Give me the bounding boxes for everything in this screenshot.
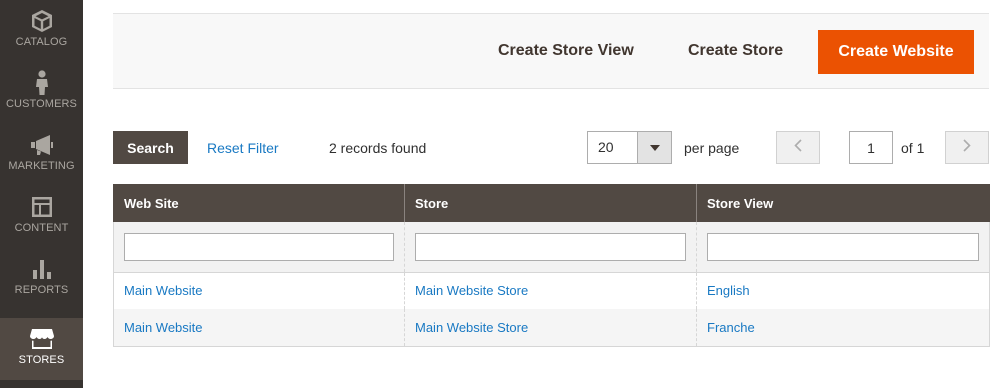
records-found-count: 2 records found xyxy=(329,140,427,156)
store-view-link[interactable]: English xyxy=(707,283,750,298)
nav-label-stores: STORES xyxy=(18,354,65,366)
store-link[interactable]: Main Website Store xyxy=(415,283,528,298)
column-header-store[interactable]: Store xyxy=(404,184,697,222)
total-pages-label: of 1 xyxy=(901,140,925,156)
nav-label-catalog: CATALOG xyxy=(15,36,68,48)
store-link[interactable]: Main Website Store xyxy=(415,320,528,335)
filter-cell-web-site xyxy=(113,222,405,273)
store-view-link[interactable]: Franche xyxy=(707,320,755,335)
next-page-button[interactable] xyxy=(945,131,989,164)
web-site-cell: Main Website xyxy=(113,272,405,309)
store-view-cell: English xyxy=(696,272,990,309)
per-page-select[interactable]: 20 xyxy=(587,131,672,164)
previous-page-button[interactable] xyxy=(776,131,820,164)
nav-item-customers[interactable]: CUSTOMERS xyxy=(0,62,83,124)
grid-header-row: Web Site Store Store View xyxy=(113,184,990,222)
nav-item-catalog[interactable]: CATALOG xyxy=(0,0,83,62)
table-row: Main Website Main Website Store Franche xyxy=(113,309,990,347)
megaphone-icon xyxy=(29,132,55,158)
chevron-left-icon xyxy=(794,138,802,157)
reset-filter-link[interactable]: Reset Filter xyxy=(207,140,279,156)
nav-item-marketing[interactable]: MARKETING xyxy=(0,124,83,186)
grid-filter-row xyxy=(113,222,990,273)
create-store-button[interactable]: Create Store xyxy=(688,42,783,60)
admin-sidebar: CATALOG CUSTOMERS MARKETING CONTENT REPO… xyxy=(0,0,83,388)
web-site-link[interactable]: Main Website xyxy=(124,320,203,335)
search-button[interactable]: Search xyxy=(113,131,188,164)
storefront-icon xyxy=(29,326,55,352)
page-actions-bar: Create Store View Create Store Create We… xyxy=(113,13,989,89)
store-filter-input[interactable] xyxy=(415,232,686,261)
store-view-cell: Franche xyxy=(696,309,990,347)
nav-item-stores[interactable]: STORES xyxy=(0,318,83,380)
chevron-right-icon xyxy=(963,138,971,157)
per-page-label: per page xyxy=(684,140,740,156)
layout-icon xyxy=(29,194,55,220)
web-site-filter-input[interactable] xyxy=(124,232,394,261)
nav-item-content[interactable]: CONTENT xyxy=(0,186,83,248)
stores-grid: Web Site Store Store View Main Website M… xyxy=(113,184,990,347)
per-page-value: 20 xyxy=(598,139,614,155)
store-view-filter-input[interactable] xyxy=(707,232,979,261)
store-cell: Main Website Store xyxy=(404,272,697,309)
column-header-web-site[interactable]: Web Site xyxy=(113,184,405,222)
nav-label-customers: CUSTOMERS xyxy=(6,98,77,110)
nav-label-marketing: MARKETING xyxy=(8,160,75,172)
nav-label-reports: REPORTS xyxy=(14,284,69,296)
current-page-input[interactable] xyxy=(849,131,893,164)
table-row: Main Website Main Website Store English xyxy=(113,272,990,309)
nav-label-content: CONTENT xyxy=(14,222,69,234)
bar-chart-icon xyxy=(29,256,55,282)
web-site-link[interactable]: Main Website xyxy=(124,283,203,298)
chevron-down-icon[interactable] xyxy=(637,132,671,163)
create-website-button[interactable]: Create Website xyxy=(818,30,974,74)
cube-icon xyxy=(29,8,55,34)
column-header-store-view[interactable]: Store View xyxy=(696,184,990,222)
web-site-cell: Main Website xyxy=(113,309,405,347)
filter-cell-store xyxy=(404,222,697,273)
create-store-view-button[interactable]: Create Store View xyxy=(498,42,634,60)
nav-item-reports[interactable]: REPORTS xyxy=(0,248,83,310)
filter-cell-store-view xyxy=(696,222,990,273)
store-cell: Main Website Store xyxy=(404,309,697,347)
person-icon xyxy=(29,70,55,96)
